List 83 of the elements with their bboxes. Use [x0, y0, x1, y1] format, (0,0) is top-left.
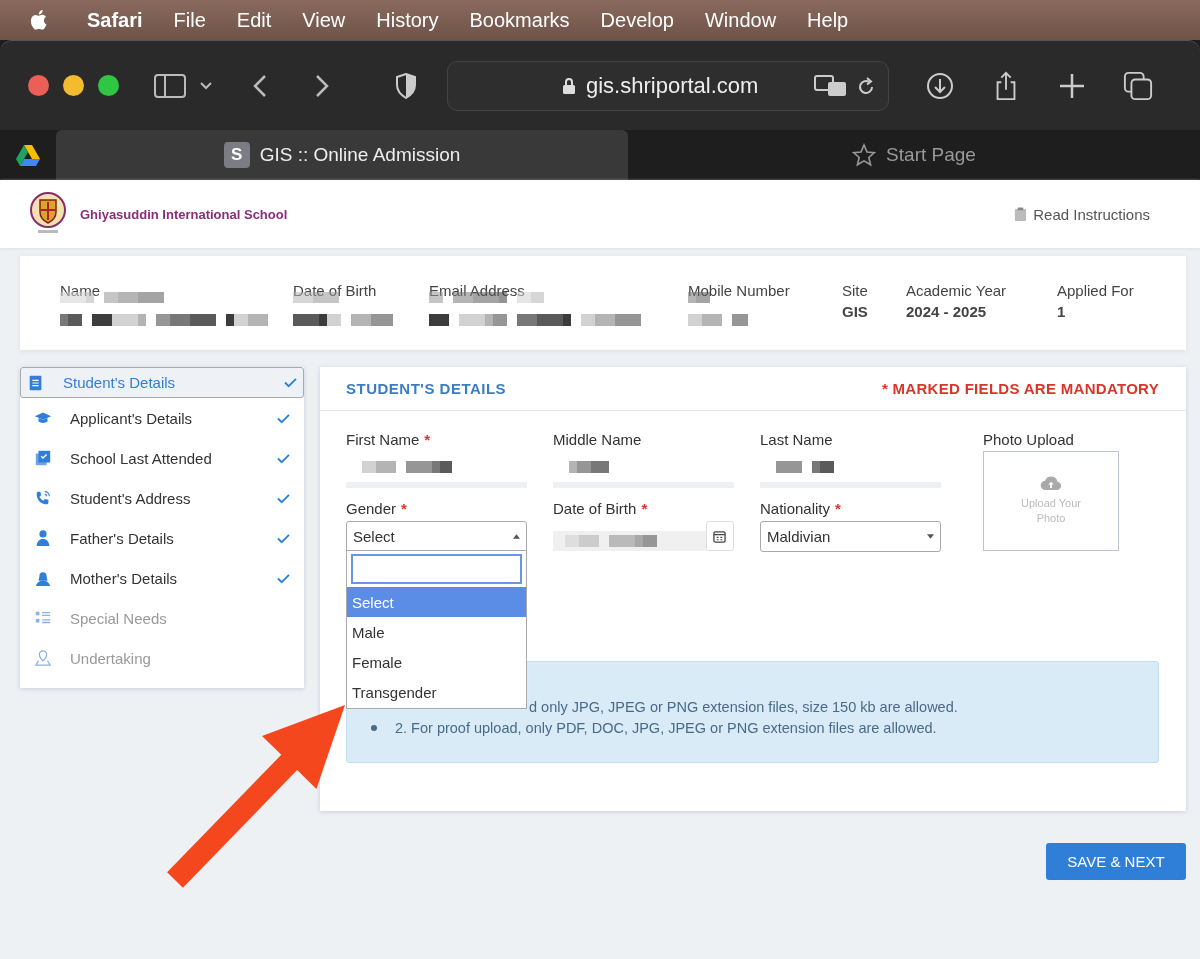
dropdown-option[interactable]: Transgender	[347, 677, 526, 707]
field-label: First Name	[346, 431, 420, 448]
cloud-upload-icon	[1040, 476, 1062, 491]
note-text: 2. For proof upload, only PDF, DOC, JPG, JPEG or PNG extension files are allowed.	[395, 719, 937, 736]
person-icon	[34, 529, 52, 547]
menu-item[interactable]: Window	[704, 8, 777, 32]
close-window-control[interactable]	[28, 75, 49, 96]
calendar-icon	[713, 529, 727, 543]
read-instructions-link[interactable]: Read Instructions	[1014, 205, 1150, 223]
summary-value: GIS	[842, 303, 869, 320]
sidebar-item[interactable]: Student's Details	[20, 367, 304, 398]
field-label: Gender	[346, 500, 397, 517]
summary-label: Applied For	[1057, 282, 1134, 300]
dropdown-search-field[interactable]	[351, 554, 522, 584]
sidebar-item[interactable]: Student's Address	[20, 478, 304, 518]
forward-icon[interactable]	[315, 73, 329, 98]
menu-item[interactable]: View	[302, 8, 346, 32]
minimize-window-control[interactable]	[63, 75, 84, 96]
clipboard-icon	[1014, 206, 1028, 222]
menu-item[interactable]: File	[173, 8, 206, 32]
triangle-logo-icon[interactable]	[15, 144, 41, 166]
select-field[interactable]: Maldivian	[760, 521, 941, 552]
calendar-button[interactable]	[705, 521, 734, 551]
dropdown-option[interactable]: Male	[347, 617, 526, 647]
person-icon	[34, 569, 52, 587]
browser-tab[interactable]: S GIS :: Online Admission	[56, 130, 628, 180]
note-text: d only JPG, JPEG or PNG extension files, size 150 kb are allowed.	[529, 698, 958, 715]
mandatory-notice: * MARKED FIELDS ARE MANDATORY	[881, 380, 1159, 397]
favicon-icon: S	[223, 142, 250, 168]
menu-item[interactable]: History	[376, 8, 439, 32]
caret-icon	[927, 534, 934, 539]
phone-icon	[34, 489, 52, 507]
sidebar-item[interactable]: Applicant's Details	[20, 398, 304, 438]
required-mark: *	[424, 431, 431, 448]
address-bar[interactable]: gis.shriportal.com	[447, 60, 889, 111]
menu-item[interactable]: Edit	[236, 8, 272, 32]
caret-icon	[513, 534, 520, 539]
field-label: Middle Name	[553, 431, 642, 448]
field-label: Photo Upload	[983, 431, 1075, 448]
date-field[interactable]	[553, 531, 706, 551]
menu-item[interactable]: Bookmarks	[469, 8, 570, 32]
required-mark: *	[641, 500, 648, 517]
sidebar-item[interactable]: Mother's Details	[20, 558, 304, 598]
download-icon[interactable]	[925, 70, 955, 101]
address-text: gis.shriportal.com	[586, 72, 760, 99]
summary-label: Academic Year	[906, 282, 1008, 300]
back-icon[interactable]	[253, 73, 267, 98]
checked-book-icon	[34, 449, 52, 467]
menu-item[interactable]: Develop	[600, 8, 674, 32]
summary-label: Site	[842, 282, 869, 300]
sidebar-icon[interactable]	[153, 72, 187, 99]
menu-app-name[interactable]: Safari	[87, 8, 143, 32]
blurred-value-drawing	[569, 461, 609, 473]
section-title: STUDENT'S DETAILS	[346, 380, 507, 397]
reload-icon[interactable]	[856, 74, 876, 97]
summary-value: 1	[1057, 303, 1067, 320]
field-label: Nationality	[760, 500, 831, 517]
summary-label: Date of Birth	[293, 282, 378, 300]
dropdown-option[interactable]: Female	[347, 647, 526, 677]
star-icon	[852, 143, 877, 167]
field-label: Date of Birth	[553, 500, 637, 517]
shield-icon[interactable]	[395, 72, 417, 99]
menu-item[interactable]: Help	[807, 8, 849, 32]
summary-value: 2024 - 2025	[906, 303, 988, 320]
upload-hint: Upload Your Photo	[1020, 496, 1082, 526]
chevron-down-icon[interactable]	[199, 80, 213, 91]
required-mark: *	[835, 500, 841, 517]
sidebar-item[interactable]: Father's Details	[20, 518, 304, 558]
translate-icon[interactable]	[814, 73, 848, 98]
map-pin-icon	[34, 649, 52, 667]
school-name: Ghiyasuddin International School	[80, 206, 288, 222]
summary-label: Name	[60, 282, 101, 300]
summary-label: Email Address	[429, 282, 526, 300]
blurred-value-drawing	[776, 461, 836, 473]
summary-label: Mobile Number	[688, 282, 791, 300]
dropdown-option[interactable]: Select	[347, 587, 526, 617]
tabs-overview-icon[interactable]	[1123, 70, 1153, 101]
field-label: Last Name	[760, 431, 833, 448]
required-mark: *	[401, 500, 407, 517]
lock-icon	[562, 76, 576, 95]
zoom-window-control[interactable]	[98, 75, 119, 96]
save-and-next-button[interactable]: SAVE & NEXT	[1046, 843, 1186, 880]
sidebar-item[interactable]: School Last Attended	[20, 438, 304, 478]
